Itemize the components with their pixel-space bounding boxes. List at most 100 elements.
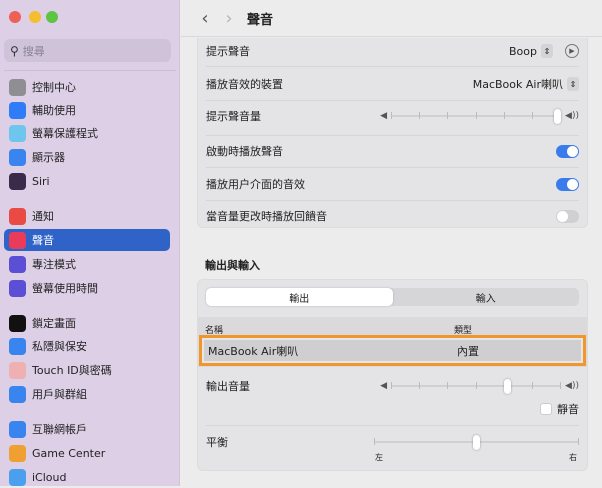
sidebar-item-accessibility[interactable]: 輔助使用 — [4, 99, 170, 121]
speaker-low-icon: ◀ — [380, 111, 388, 121]
slider-tick — [419, 382, 421, 389]
display-icon — [9, 148, 26, 166]
sidebar: ⚲ 搜尋 控制中心輔助使用 螢幕保護程式顯示器 Siri 通知聲音專注模式螢幕使用時間鎖… — [0, 0, 180, 486]
sidebar-item-users[interactable]: 用戶與群組 — [4, 383, 170, 405]
notifications-icon — [9, 207, 26, 225]
sidebar-item-label: iCloud — [32, 470, 67, 484]
alert-sound-popup[interactable]: Boop ⇕ — [509, 44, 553, 58]
feedback-toggle[interactable] — [556, 209, 579, 223]
alert-sound-row: 提示聲音 Boop ⇕ ▶ — [206, 42, 579, 60]
mute-label: 靜音 — [557, 403, 579, 416]
siri-icon — [9, 172, 26, 190]
sidebar-item-label: 聲音 — [32, 234, 54, 247]
output-volume-slider[interactable] — [391, 379, 562, 394]
sidebar-item-icloud[interactable]: iCloud — [4, 466, 170, 488]
sidebar-item-label: 鎖定畫面 — [32, 317, 76, 330]
sound-settings-card: 提示聲音 Boop ⇕ ▶ 播放音效的裝置 MacBook Air喇叭 ⇕ 提示聲音量… — [197, 38, 588, 228]
slider-tick — [578, 438, 579, 445]
mute-checkbox[interactable] — [540, 403, 552, 415]
slider-knob[interactable] — [473, 435, 480, 450]
slider-knob[interactable] — [554, 109, 562, 124]
balance-row: 平衡 — [206, 433, 579, 451]
play-device-row: 播放音效的裝置 MacBook Air喇叭 ⇕ — [206, 75, 579, 93]
play-icon[interactable]: ▶ — [565, 44, 579, 58]
back-button[interactable]: ‹ — [193, 8, 217, 29]
speaker-low-icon: ◀ — [380, 381, 388, 391]
search-input[interactable]: ⚲ 搜尋 — [4, 39, 171, 62]
sidebar-item-label: 螢幕使用時間 — [32, 282, 98, 295]
sidebar-item-control-center[interactable]: 控制中心 — [4, 76, 170, 98]
sidebar-item-label: 專注模式 — [32, 258, 76, 271]
startup-sound-toggle[interactable] — [556, 144, 579, 158]
speaker-high-icon: ◀)) — [565, 111, 579, 121]
game-center-icon — [9, 444, 26, 462]
tab-output[interactable]: 輸出 — [206, 288, 393, 306]
minimize-button[interactable] — [29, 11, 41, 23]
sidebar-item-notifications[interactable]: 通知 — [4, 205, 170, 227]
table-row[interactable]: MacBook Air喇叭 內置 — [204, 340, 581, 361]
output-input-card: 輸出 輸入 名稱 類型 MacBook Air喇叭 內置 輸出音量 ◀ ◀)) 靜… — [197, 279, 588, 471]
output-input-tabs: 輸出 輸入 — [206, 288, 579, 306]
sidebar-item-game-center[interactable]: Game Center — [4, 442, 170, 464]
main-pane: ‹ › 聲音 提示聲音 Boop ⇕ ▶ 播放音效的裝置 MacBook Air喇叭… — [181, 0, 602, 486]
device-type: 內置 — [457, 344, 479, 358]
alert-volume-row: 提示聲音量 ◀ ◀)) — [206, 107, 579, 125]
sidebar-item-label: 用戶與群組 — [32, 388, 87, 401]
search-icon: ⚲ — [10, 43, 19, 58]
touch-id-icon — [9, 361, 26, 379]
device-name: MacBook Air喇叭 — [208, 344, 299, 358]
alert-volume-slider[interactable] — [391, 109, 562, 124]
balance-left-label: 左 — [375, 453, 383, 462]
sidebar-item-display[interactable]: 顯示器 — [4, 146, 170, 168]
close-button[interactable] — [9, 11, 21, 23]
focus-icon — [9, 255, 26, 273]
play-device-value: MacBook Air喇叭 — [472, 78, 563, 91]
screensaver-icon — [9, 124, 26, 142]
divider — [4, 70, 176, 71]
sidebar-item-screensaver[interactable]: 螢幕保護程式 — [4, 122, 170, 144]
slider-tick — [447, 382, 449, 389]
sidebar-item-privacy[interactable]: 私隱與保安 — [4, 335, 170, 357]
sidebar-item-label: 控制中心 — [32, 81, 76, 94]
slider-tick — [391, 112, 393, 119]
ui-sounds-row: 播放用户介面的音效 — [206, 175, 579, 193]
startup-sound-label: 啟動時播放聲音 — [206, 145, 283, 158]
divider — [206, 66, 579, 67]
zoom-button[interactable] — [46, 11, 58, 23]
sidebar-item-touch-id[interactable]: Touch ID與密碼 — [4, 359, 170, 381]
privacy-icon — [9, 337, 26, 355]
divider — [206, 135, 579, 136]
slider-tick — [531, 382, 533, 389]
tab-input[interactable]: 輸入 — [393, 288, 580, 306]
sidebar-item-sound[interactable]: 聲音 — [4, 229, 170, 251]
mute-row: 靜音 — [206, 401, 579, 417]
slider-tick — [447, 112, 449, 119]
slider-tick — [374, 438, 375, 445]
startup-sound-row: 啟動時播放聲音 — [206, 142, 579, 160]
sidebar-item-screen-time[interactable]: 螢幕使用時間 — [4, 277, 170, 299]
balance-label: 平衡 — [206, 436, 228, 449]
sidebar-item-internet-accounts[interactable]: 互聯網帳戶 — [4, 418, 170, 440]
ui-sounds-label: 播放用户介面的音效 — [206, 178, 305, 191]
balance-slider[interactable] — [374, 435, 579, 450]
device-row-highlight: MacBook Air喇叭 內置 — [199, 335, 586, 366]
alert-sound-label: 提示聲音 — [206, 45, 250, 58]
search-placeholder: 搜尋 — [22, 44, 45, 58]
sidebar-item-siri[interactable]: Siri — [4, 170, 170, 192]
sidebar-item-label: 私隱與保安 — [32, 340, 87, 353]
play-device-popup[interactable]: MacBook Air喇叭 ⇕ — [473, 76, 579, 92]
speaker-high-icon: ◀)) — [565, 381, 579, 391]
sidebar-item-label: 通知 — [32, 210, 54, 223]
alert-sound-value: Boop — [509, 44, 537, 58]
sidebar-item-label: 顯示器 — [32, 151, 65, 164]
sidebar-item-lock-screen[interactable]: 鎖定畫面 — [4, 312, 170, 334]
sidebar-item-focus[interactable]: 專注模式 — [4, 253, 170, 275]
sidebar-item-label: Touch ID與密碼 — [32, 364, 112, 377]
ui-sounds-toggle[interactable] — [556, 177, 579, 191]
slider-knob[interactable] — [503, 379, 511, 394]
screen-time-icon — [9, 279, 26, 297]
sidebar-item-label: Siri — [32, 174, 50, 188]
device-table: 名稱 類型 MacBook Air喇叭 內置 — [198, 317, 587, 367]
internet-accounts-icon — [9, 420, 26, 438]
forward-button[interactable]: › — [217, 8, 241, 29]
